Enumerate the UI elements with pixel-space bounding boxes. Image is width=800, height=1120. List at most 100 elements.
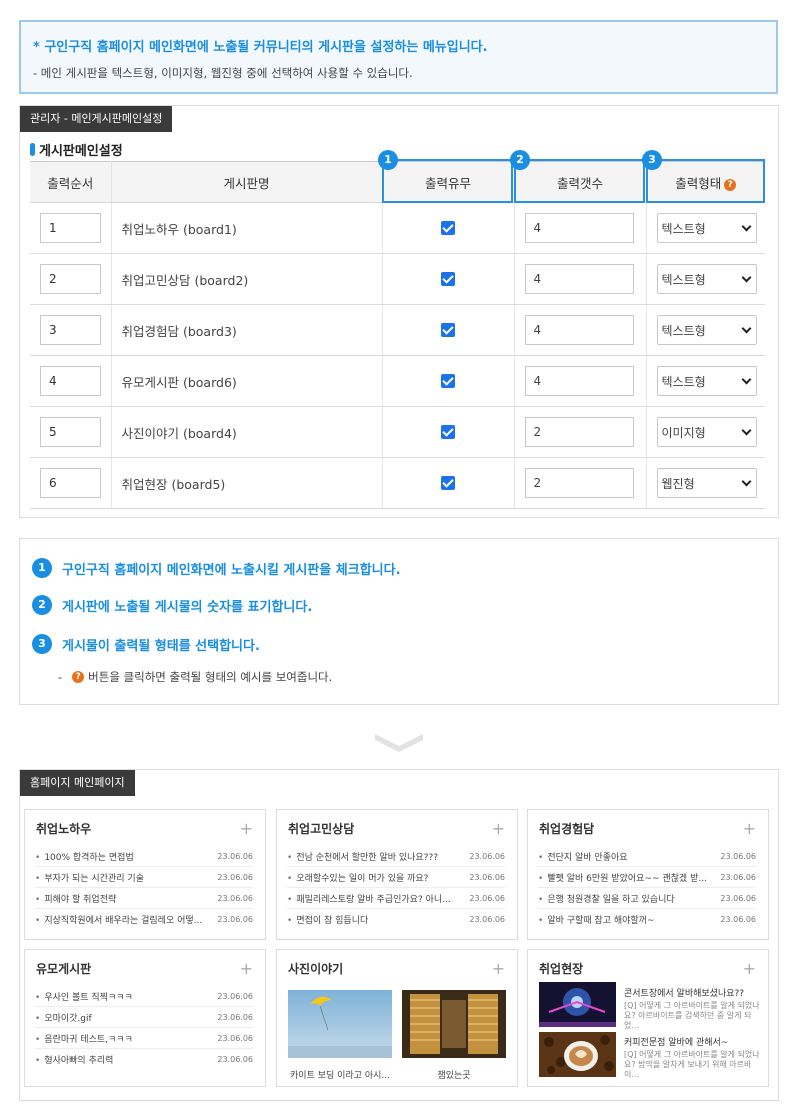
photo-board-title[interactable]: 사진이야기 (288, 960, 343, 977)
note-badge-1: 1 (32, 558, 52, 578)
badge-3: 3 (642, 150, 662, 170)
order-input[interactable]: 4 (40, 366, 101, 396)
type-select-value: 웹진형 (661, 476, 695, 491)
count-input[interactable]: 4 (524, 264, 634, 294)
note-sub-prefix: - (58, 670, 63, 684)
photo-board-header: 사진이야기 + (277, 950, 517, 986)
list-item[interactable]: 알바 구할때 참고 해야할꺼~ 23.06.06 (538, 909, 756, 930)
board-title[interactable]: 취업고민상담 (288, 820, 354, 837)
post-date: 23.06.06 (720, 851, 756, 861)
order-input[interactable]: 3 (40, 315, 101, 345)
post-title[interactable]: 지상직학원에서 배우라는 걸림레오 어떻... (35, 913, 202, 926)
board-title[interactable]: 취업경험담 (539, 820, 594, 837)
post-title[interactable]: 오마이갓.gif (35, 1011, 91, 1024)
corridor-photo[interactable] (402, 990, 506, 1058)
show-checkbox[interactable] (441, 425, 455, 439)
list-item[interactable]: 오래할수있는 일이 머가 있을 까요? 23.06.06 (287, 867, 505, 888)
post-title[interactable]: 전남 순천에서 할만한 알바 있나요??? (287, 850, 438, 863)
plus-icon[interactable]: + (743, 959, 756, 978)
type-select[interactable]: 텍스트형 (656, 315, 757, 345)
concert-photo[interactable] (539, 982, 616, 1027)
show-checkbox[interactable] (441, 476, 455, 490)
post-title[interactable]: 빨펫 알바 6만원 받았어요~~ 괜찮겠 받... (538, 871, 707, 884)
post-title[interactable]: 오래할수있는 일이 머가 있을 까요? (287, 871, 428, 884)
count-cell: 2 (514, 406, 647, 458)
webzine-title-1[interactable]: 콘서트장에서 알바해보셨나요?? (624, 986, 744, 999)
board-header: 유모게시판 + (25, 950, 265, 986)
list-item[interactable]: 우사인 볼트 직찍ㅋㅋㅋ 23.06.06 (35, 986, 253, 1007)
coffee-photo[interactable] (539, 1032, 616, 1077)
badge-1: 1 (378, 150, 398, 170)
order-input[interactable]: 6 (40, 468, 101, 498)
post-title[interactable]: 형사아빠의 추리력 (35, 1053, 113, 1066)
plus-icon[interactable]: + (743, 819, 756, 838)
show-checkbox[interactable] (441, 323, 455, 337)
count-input[interactable]: 4 (524, 315, 634, 345)
note-1: 1 구인구직 홈페이지 메인화면에 노출시킬 게시판을 체크합니다. (32, 558, 401, 578)
post-title[interactable]: 면접이 참 힘듭니다 (287, 913, 368, 926)
plus-icon[interactable]: + (492, 819, 505, 838)
show-checkbox[interactable] (441, 374, 455, 388)
plus-icon[interactable]: + (240, 819, 253, 838)
type-select[interactable]: 텍스트형 (656, 366, 757, 396)
info-title: * 구인구직 홈페이지 메인화면에 노출될 커뮤니티의 게시판을 설정하는 메뉴… (33, 40, 488, 55)
photo-board-box: 사진이야기 + 카이트 보딩 이라고 아시... 잼있는곳 (276, 949, 518, 1087)
photo-caption-2[interactable]: 잼있는곳 (402, 1068, 506, 1081)
post-title[interactable]: 알바 구할때 참고 해야할꺼~ (538, 913, 654, 926)
count-cell: 4 (514, 253, 647, 305)
post-title[interactable]: 부자가 되는 시간관리 기술 (35, 871, 144, 884)
post-title[interactable]: 음란마귀 테스트,ㅋㅋㅋ (35, 1032, 133, 1045)
board-title[interactable]: 유모게시판 (36, 960, 91, 977)
webzine-title-2[interactable]: 커피전문점 알바에 관해서~ (624, 1035, 728, 1048)
type-select[interactable]: 웹진형 (656, 468, 757, 498)
type-select[interactable]: 텍스트형 (656, 264, 757, 294)
count-input[interactable]: 4 (524, 213, 634, 243)
type-cell: 텍스트형 (646, 304, 765, 356)
post-title[interactable]: 100% 합격하는 면접법 (35, 850, 133, 863)
list-item[interactable]: 면접이 참 힘듭니다 23.06.06 (287, 909, 505, 930)
type-select[interactable]: 텍스트형 (656, 213, 757, 243)
board-row: 3 취업경험담 (board3) 4 텍스트형 (30, 304, 765, 356)
order-input[interactable]: 5 (40, 417, 101, 447)
list-item[interactable]: 은행 청원경찰 일을 하고 있습니다 23.06.06 (538, 888, 756, 909)
board-name-cell: 취업노하우 (board1) (111, 202, 383, 254)
kite-photo[interactable] (288, 990, 392, 1058)
photo-caption-1[interactable]: 카이트 보딩 이라고 아시... (288, 1068, 392, 1081)
list-item[interactable]: 형사아빠의 추리력 23.06.06 (35, 1049, 253, 1070)
order-input[interactable]: 1 (40, 213, 101, 243)
type-cell: 이미지형 (646, 406, 765, 458)
post-date: 23.06.06 (217, 1055, 253, 1064)
post-title[interactable]: 피해야 할 취업전략 (35, 892, 116, 905)
plus-icon[interactable]: + (492, 959, 505, 978)
count-input[interactable]: 4 (524, 366, 634, 396)
count-input[interactable]: 2 (524, 417, 634, 447)
list-item[interactable]: 오마이갓.gif 23.06.06 (35, 1007, 253, 1028)
post-title[interactable]: 패밀리레스토랑 알바 주급인가요? 아니... (287, 892, 450, 905)
show-checkbox[interactable] (441, 272, 455, 286)
show-checkbox[interactable] (441, 221, 455, 235)
board-post-list: 전남 순천에서 할만한 알바 있나요???23.06.06오래할수있는 일이 머… (277, 846, 517, 930)
note-badge-3: 3 (32, 634, 52, 654)
chevron-down-icon (741, 272, 751, 282)
plus-icon[interactable]: + (240, 959, 253, 978)
list-item[interactable]: 피해야 할 취업전략 23.06.06 (35, 888, 253, 909)
list-item[interactable]: 패밀리레스토랑 알바 주급인가요? 아니... 23.06.06 (287, 888, 505, 909)
list-item[interactable]: 지상직학원에서 배우라는 걸림레오 어떻... 23.06.06 (35, 909, 253, 930)
list-item[interactable]: 100% 합격하는 면접법 23.06.06 (35, 846, 253, 867)
post-title[interactable]: 은행 청원경찰 일을 하고 있습니다 (538, 892, 674, 905)
list-item[interactable]: 전단지 알바 안좋아요 23.06.06 (538, 846, 756, 867)
post-title[interactable]: 전단지 알바 안좋아요 (538, 850, 627, 863)
list-item[interactable]: 전남 순천에서 할만한 알바 있나요??? 23.06.06 (287, 846, 505, 867)
list-item[interactable]: 빨펫 알바 6만원 받았어요~~ 괜찮겠 받... 23.06.06 (538, 867, 756, 888)
text-board-box: 취업고민상담+전남 순천에서 할만한 알바 있나요???23.06.06오래할수… (276, 809, 518, 940)
order-input[interactable]: 2 (40, 264, 101, 294)
webzine-board-title[interactable]: 취업현장 (539, 960, 583, 977)
list-item[interactable]: 부자가 되는 시간관리 기술 23.06.06 (35, 867, 253, 888)
type-select[interactable]: 이미지형 (656, 417, 757, 447)
post-title[interactable]: 우사인 볼트 직찍ㅋㅋㅋ (35, 990, 133, 1003)
count-input[interactable]: 2 (524, 468, 634, 498)
list-item[interactable]: 음란마귀 테스트,ㅋㅋㅋ 23.06.06 (35, 1028, 253, 1049)
board-title[interactable]: 취업노하우 (36, 820, 91, 837)
post-date: 23.06.06 (469, 872, 505, 882)
type-select-value: 텍스트형 (661, 323, 706, 338)
